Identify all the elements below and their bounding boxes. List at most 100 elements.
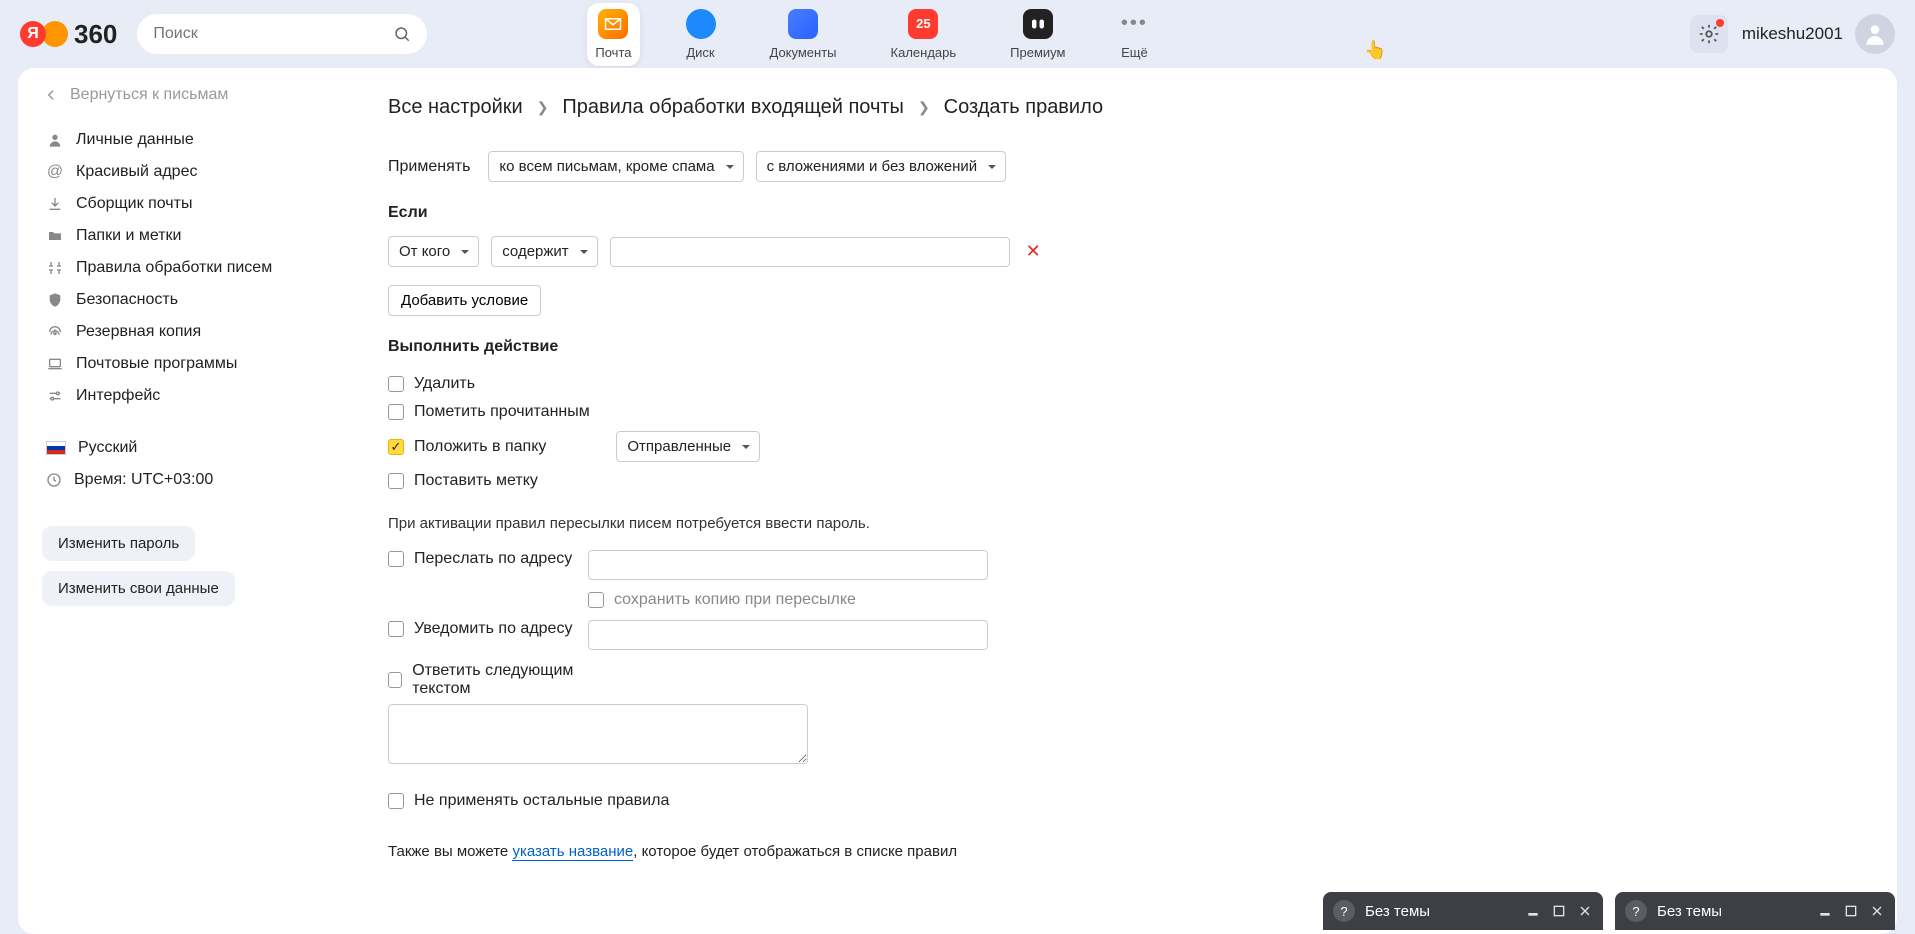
flag-ru-icon <box>46 441 66 455</box>
delete-label[interactable]: Удалить <box>414 375 475 393</box>
set-label-label[interactable]: Поставить метку <box>414 472 538 490</box>
notify-checkbox[interactable] <box>388 621 404 637</box>
sidebar-item-collector[interactable]: Сборщик почты <box>42 188 336 220</box>
keep-copy-checkbox[interactable] <box>588 592 604 608</box>
condition-field-select[interactable]: От кого <box>388 236 479 267</box>
settings-button[interactable] <box>1690 15 1728 53</box>
app-mail[interactable]: Почта <box>587 3 639 66</box>
add-condition-button[interactable]: Добавить условие <box>388 285 541 316</box>
at-icon: @ <box>46 163 64 181</box>
name-note: Также вы можете указать название, которо… <box>388 843 1857 860</box>
sidebar-item-programs[interactable]: Почтовые программы <box>42 348 336 380</box>
user-icon <box>46 131 64 149</box>
app-disk[interactable]: Диск <box>678 3 724 66</box>
if-title: Если <box>388 204 1857 222</box>
minimize-icon[interactable] <box>1817 903 1833 919</box>
breadcrumb-all-settings[interactable]: Все настройки <box>388 96 523 119</box>
compose-taskbar: ? Без темы ? Без темы <box>1323 892 1895 930</box>
docs-icon <box>788 9 818 39</box>
timezone-label: Время: UTC+03:00 <box>74 471 213 489</box>
sidebar-item-label: Безопасность <box>76 291 178 309</box>
keep-copy-label[interactable]: сохранить копию при пересылке <box>614 591 856 609</box>
maximize-icon[interactable] <box>1843 903 1859 919</box>
clock-icon <box>46 472 62 488</box>
close-icon[interactable] <box>1577 903 1593 919</box>
laptop-icon <box>46 355 64 373</box>
skip-others-checkbox[interactable] <box>388 793 404 809</box>
sidebar-item-folders[interactable]: Папки и метки <box>42 220 336 252</box>
avatar-icon <box>1862 21 1888 47</box>
chevron-right-icon: ❯ <box>537 99 549 116</box>
app-calendar[interactable]: 25 Календарь <box>883 3 965 66</box>
apply-scope-select[interactable]: ко всем письмам, кроме спама <box>488 151 743 182</box>
condition-operator-select[interactable]: содержит <box>491 236 597 267</box>
sidebar-item-address[interactable]: @ Красивый адрес <box>42 156 336 188</box>
sidebar-item-personal[interactable]: Личные данные <box>42 124 336 156</box>
set-label-checkbox[interactable] <box>388 473 404 489</box>
specify-name-link[interactable]: указать название <box>512 843 633 861</box>
sidebar-item-backup[interactable]: Резервная копия <box>42 316 336 348</box>
app-more[interactable]: ••• Ещё <box>1111 3 1157 66</box>
maximize-icon[interactable] <box>1551 903 1567 919</box>
language-selector[interactable]: Русский <box>42 432 336 464</box>
search-box[interactable] <box>137 14 427 54</box>
reply-checkbox[interactable] <box>388 672 402 688</box>
arrow-left-icon <box>42 86 60 104</box>
folder-select[interactable]: Отправленные <box>616 431 760 462</box>
move-folder-label[interactable]: Положить в папку <box>414 438 546 456</box>
remove-condition-button[interactable]: ✕ <box>1022 241 1045 262</box>
gear-icon <box>1698 23 1720 45</box>
sidebar-item-label: Красивый адрес <box>76 163 197 181</box>
backup-icon <box>46 323 64 341</box>
sidebar-item-label: Личные данные <box>76 131 194 149</box>
skip-others-label[interactable]: Не применять остальные правила <box>414 792 669 810</box>
change-data-button[interactable]: Изменить свои данные <box>42 571 235 606</box>
sidebar-item-security[interactable]: Безопасность <box>42 284 336 316</box>
change-password-button[interactable]: Изменить пароль <box>42 526 195 561</box>
search-input[interactable] <box>153 25 393 43</box>
notify-address-input[interactable] <box>588 620 988 650</box>
mark-read-checkbox[interactable] <box>388 404 404 420</box>
forward-checkbox[interactable] <box>388 551 404 567</box>
logo[interactable]: Я 360 <box>20 19 117 50</box>
app-premium-label: Премиум <box>1010 45 1065 60</box>
timezone-selector[interactable]: Время: UTC+03:00 <box>42 464 336 496</box>
app-disk-label: Диск <box>686 45 714 60</box>
sidebar-item-rules[interactable]: Правила обработки писем <box>42 252 336 284</box>
move-folder-checkbox[interactable] <box>388 439 404 455</box>
avatar[interactable] <box>1855 14 1895 54</box>
sliders-icon <box>46 387 64 405</box>
minimize-icon[interactable] <box>1525 903 1541 919</box>
sidebar-item-label: Папки и метки <box>76 227 181 245</box>
app-premium[interactable]: Премиум <box>1002 3 1073 66</box>
sidebar-item-label: Резервная копия <box>76 323 201 341</box>
more-icon: ••• <box>1119 9 1149 39</box>
username[interactable]: mikeshu2001 <box>1742 24 1843 44</box>
sidebar-item-label: Интерфейс <box>76 387 160 405</box>
breadcrumb: Все настройки ❯ Правила обработки входящ… <box>388 96 1857 119</box>
reply-label[interactable]: Ответить следующим текстом <box>412 662 608 698</box>
app-docs[interactable]: Документы <box>762 3 845 66</box>
compose-title: Без темы <box>1657 903 1807 920</box>
reply-text-input[interactable] <box>388 704 808 764</box>
compose-minimized-2[interactable]: ? Без темы <box>1615 892 1895 930</box>
apply-attachments-select[interactable]: с вложениями и без вложений <box>756 151 1007 182</box>
sidebar-item-interface[interactable]: Интерфейс <box>42 380 336 412</box>
close-icon[interactable] <box>1869 903 1885 919</box>
premium-icon <box>1023 9 1053 39</box>
delete-checkbox[interactable] <box>388 376 404 392</box>
compose-title: Без темы <box>1365 903 1515 920</box>
compose-minimized-1[interactable]: ? Без темы <box>1323 892 1603 930</box>
apps-nav: Почта Диск Документы 25 Календарь Премиу… <box>587 3 1157 66</box>
forward-label[interactable]: Переслать по адресу <box>414 550 572 568</box>
sidebar-item-label: Почтовые программы <box>76 355 237 373</box>
apply-label: Применять <box>388 158 470 176</box>
mail-icon <box>598 9 628 39</box>
mark-read-label[interactable]: Пометить прочитанным <box>414 403 590 421</box>
condition-value-input[interactable] <box>610 237 1010 267</box>
app-more-label: Ещё <box>1121 45 1148 60</box>
notify-label[interactable]: Уведомить по адресу <box>414 620 572 638</box>
breadcrumb-rules[interactable]: Правила обработки входящей почты <box>562 96 904 119</box>
back-to-mail[interactable]: Вернуться к письмам <box>42 86 336 104</box>
forward-address-input[interactable] <box>588 550 988 580</box>
